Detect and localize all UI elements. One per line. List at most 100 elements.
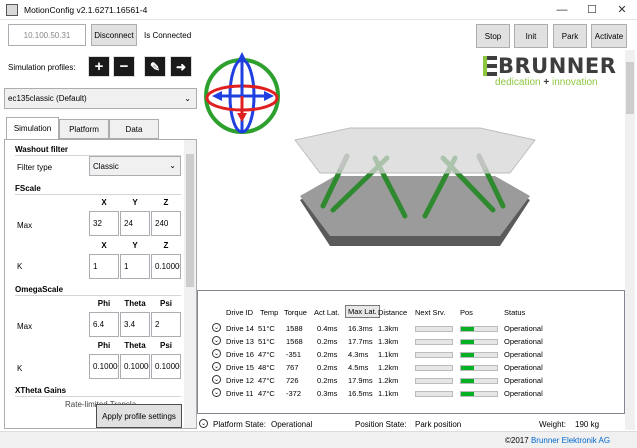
fscale-max-y[interactable]: 24: [120, 211, 150, 236]
drive-temp: 51°C: [258, 337, 275, 346]
activate-button[interactable]: Activate: [591, 24, 627, 48]
position-state-value: Park position: [415, 420, 462, 429]
col-next-srv[interactable]: Next Srv.: [415, 308, 445, 317]
profile-select[interactable]: ec135classic (Default) ⌄: [4, 88, 197, 109]
copyright: ©2017 Brunner Elektronik AG: [505, 436, 610, 445]
main-scrollbar-thumb[interactable]: [626, 62, 634, 114]
profiles-label: Simulation profiles:: [8, 63, 76, 72]
drive-distance: 1.3km: [378, 324, 399, 333]
col-torque[interactable]: Torque: [284, 308, 307, 317]
chevron-down-icon[interactable]: ⌄: [212, 349, 221, 358]
minus-icon[interactable]: −: [113, 56, 135, 77]
drive-distance: 1.2km: [378, 376, 399, 385]
ip-address-input[interactable]: 10.100.50.31: [8, 24, 86, 46]
drive-max-lat: 4.5ms: [348, 363, 369, 372]
export-icon[interactable]: ➜: [170, 56, 192, 77]
minimize-button[interactable]: —: [547, 0, 577, 20]
col-drive-id[interactable]: Drive ID: [226, 308, 253, 317]
omega-k-theta[interactable]: 0.100000: [120, 354, 150, 379]
drive-max-lat: 17.9ms: [348, 376, 373, 385]
drive-temp: 48°C: [258, 363, 275, 372]
gizmo-z-arrow: [237, 52, 247, 62]
position-bar-fill: [461, 340, 474, 344]
table-row[interactable]: ⌄ Drive 11 47°C -372 0.3ms 16.5ms 1.1km Operati…: [198, 387, 624, 400]
col-temp[interactable]: Temp: [260, 308, 278, 317]
position-bar: [460, 365, 498, 371]
drive-act-lat: 0.2ms: [317, 350, 338, 359]
position-bar: [460, 378, 498, 384]
chevron-down-icon[interactable]: ⌄: [212, 375, 221, 384]
omega-header-phi: Phi: [97, 299, 111, 308]
omega-max-phi[interactable]: 6.4: [89, 312, 119, 337]
table-row[interactable]: ⌄ Drive 15 48°C 767 0.2ms 4.5ms 1.2km Operation…: [198, 361, 624, 374]
title-bar: MotionConfig v2.1.6271.16561-4 — ☐ ✕: [0, 0, 637, 20]
stop-button[interactable]: Stop: [476, 24, 510, 48]
chevron-down-icon[interactable]: ⌄: [199, 419, 208, 428]
omega-max-label: Max: [17, 322, 33, 331]
status-bar: ⌄ Platform State: Operational Position S…: [197, 416, 625, 431]
table-row[interactable]: ⌄ Drive 14 51°C 1588 0.4ms 16.3ms 1.3km Operati…: [198, 322, 624, 335]
col-distance[interactable]: Distance: [378, 308, 407, 317]
fscale-k-y[interactable]: 1: [120, 254, 150, 279]
chevron-down-icon[interactable]: ⌄: [212, 388, 221, 397]
drive-id: Drive 16: [226, 350, 254, 359]
fscale-max-z[interactable]: 240: [151, 211, 181, 236]
position-state-label: Position State:: [355, 420, 407, 429]
apply-profile-button[interactable]: Apply profile settings: [96, 404, 182, 428]
next-service-bar: [415, 339, 453, 345]
position-bar-fill: [461, 392, 474, 396]
col-pos[interactable]: Pos: [460, 308, 473, 317]
tab-platform[interactable]: Platform: [59, 119, 109, 139]
fscale-header-z: Z: [163, 241, 169, 250]
table-row[interactable]: ⌄ Drive 16 47°C -351 0.2ms 4.3ms 1.1km Operatio…: [198, 348, 624, 361]
omega-max-theta[interactable]: 3.4: [120, 312, 150, 337]
omega-max-psi[interactable]: 2: [151, 312, 181, 337]
col-max-lat[interactable]: Max Lat.: [345, 305, 380, 318]
position-bar-fill: [461, 366, 474, 370]
pencil-icon[interactable]: ✎: [144, 56, 166, 77]
washout-title: Washout filter: [15, 145, 69, 154]
omega-k-psi[interactable]: 0.100000: [151, 354, 181, 379]
drive-torque: 1588: [286, 324, 303, 333]
drive-act-lat: 0.2ms: [317, 337, 338, 346]
brand-tagline: dedication + innovation: [495, 77, 598, 88]
init-button[interactable]: Init: [514, 24, 548, 48]
window-title: MotionConfig v2.1.6271.16561-4: [24, 5, 148, 15]
omegascale-title: OmegaScale: [15, 285, 64, 294]
fscale-header-z: Z: [163, 198, 169, 207]
tab-data[interactable]: Data: [109, 119, 159, 139]
panel-scrollbar[interactable]: [184, 140, 196, 428]
fscale-k-z[interactable]: 0.100000: [151, 254, 181, 279]
drive-act-lat: 0.3ms: [317, 389, 338, 398]
panel-scrollbar-thumb[interactable]: [186, 154, 194, 287]
filter-type-select[interactable]: Classic ⌄: [89, 156, 181, 176]
park-button[interactable]: Park: [553, 24, 587, 48]
main-scrollbar[interactable]: [625, 50, 635, 430]
filter-type-label: Filter type: [17, 163, 53, 172]
drive-max-lat: 4.3ms: [348, 350, 369, 359]
drive-max-lat: 16.5ms: [348, 389, 373, 398]
close-button[interactable]: ✕: [607, 0, 637, 20]
omega-k-label: K: [17, 364, 23, 373]
position-bar: [460, 352, 498, 358]
maximize-button[interactable]: ☐: [577, 0, 607, 20]
drive-id: Drive 13: [226, 337, 254, 346]
chevron-down-icon[interactable]: ⌄: [212, 323, 221, 332]
chevron-down-icon[interactable]: ⌄: [212, 336, 221, 345]
table-row[interactable]: ⌄ Drive 13 51°C 1568 0.2ms 17.7ms 1.3km Operati…: [198, 335, 624, 348]
disconnect-button[interactable]: Disconnect: [91, 24, 137, 46]
chevron-down-icon[interactable]: ⌄: [212, 362, 221, 371]
position-bar: [460, 391, 498, 397]
col-act-lat[interactable]: Act Lat.: [314, 308, 339, 317]
platform-state-value: Operational: [271, 420, 313, 429]
omega-k-phi[interactable]: 0.100000: [89, 354, 119, 379]
plus-icon[interactable]: +: [88, 56, 110, 77]
company-link[interactable]: Brunner Elektronik AG: [531, 436, 610, 445]
drive-id: Drive 12: [226, 376, 254, 385]
table-row[interactable]: ⌄ Drive 12 47°C 726 0.2ms 17.9ms 1.2km Operatio…: [198, 374, 624, 387]
fscale-max-x[interactable]: 32: [89, 211, 119, 236]
tab-simulation[interactable]: Simulation: [6, 117, 59, 140]
col-status[interactable]: Status: [504, 308, 525, 317]
drive-distance: 1.1km: [378, 389, 399, 398]
fscale-k-x[interactable]: 1: [89, 254, 119, 279]
